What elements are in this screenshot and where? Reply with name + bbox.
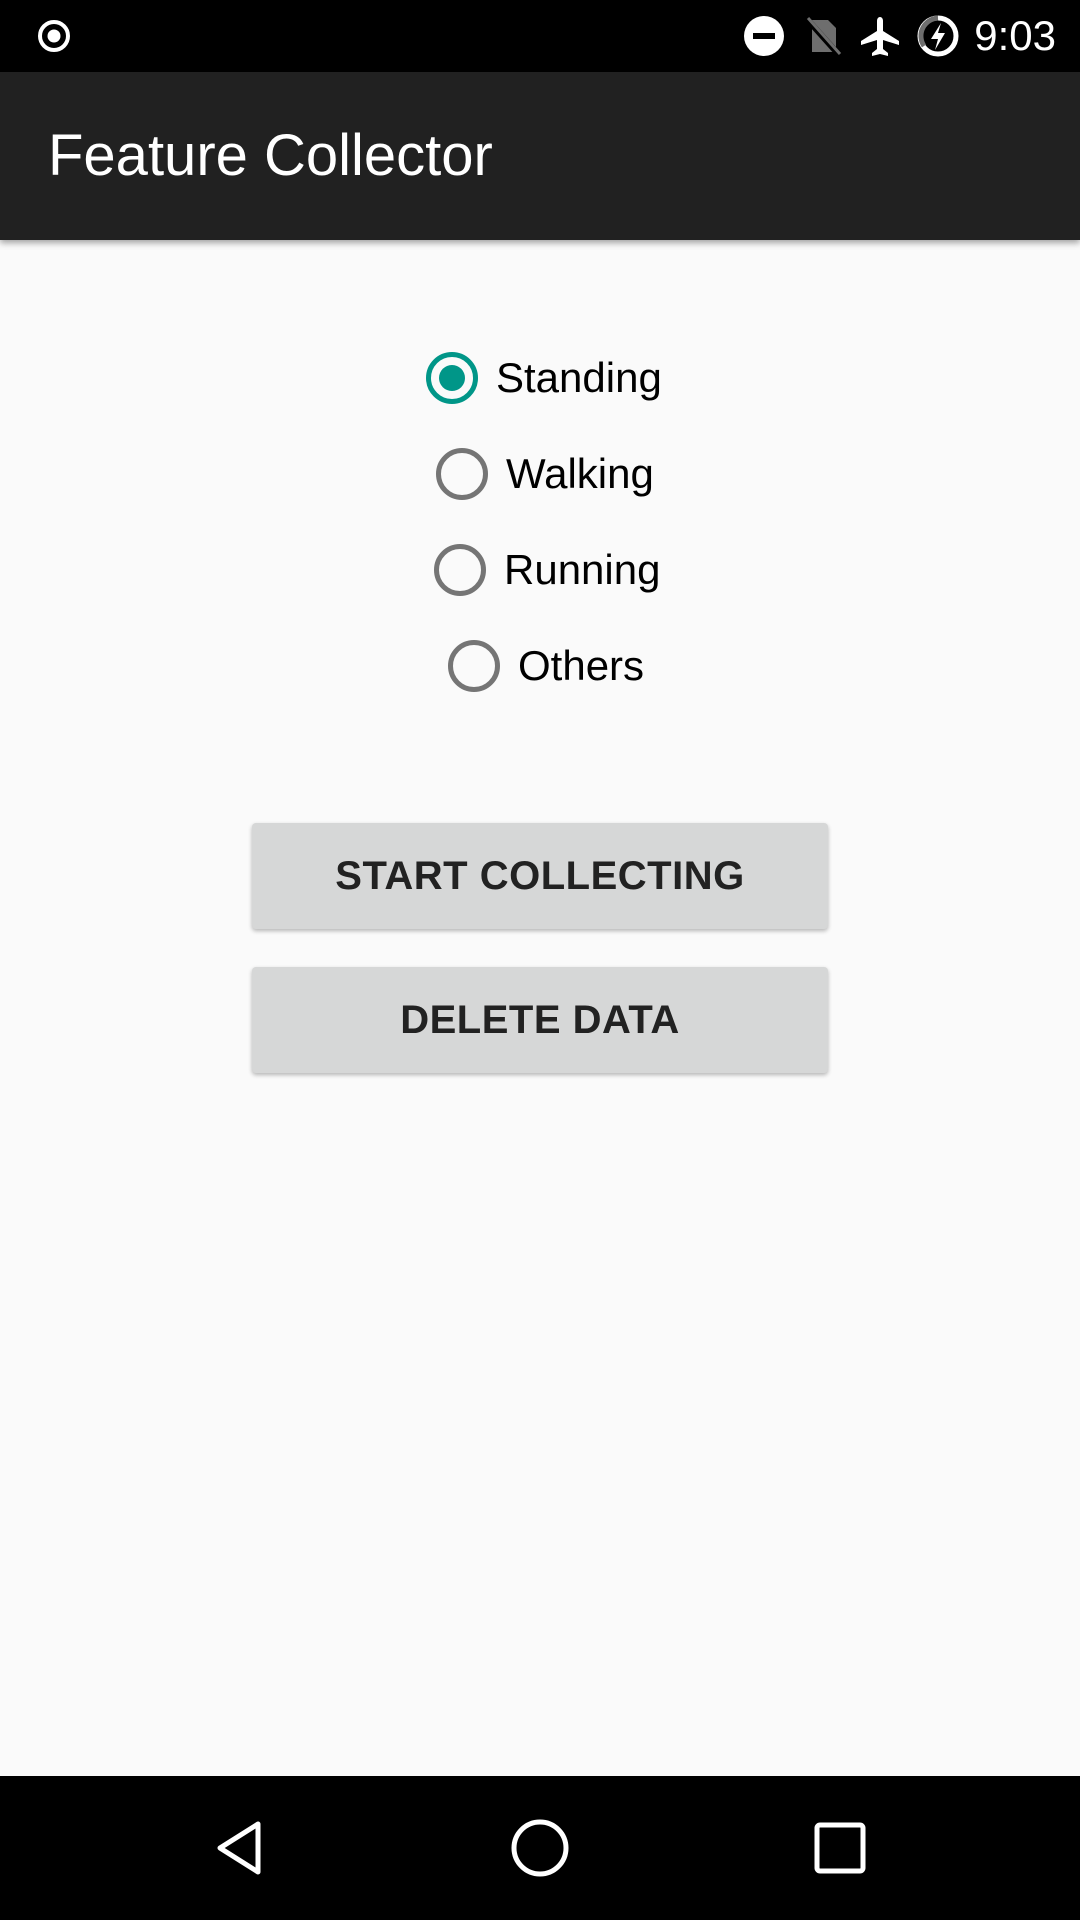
radio-option-others[interactable]: Others [448,630,644,702]
app-bar: Feature Collector [0,72,1080,240]
radio-checked-icon[interactable] [426,352,478,404]
radio-option-running[interactable]: Running [434,534,660,606]
radio-label: Others [518,642,645,689]
radio-label: Standing [496,354,662,401]
no-sim-icon [800,14,844,58]
radio-label: Walking [506,450,654,497]
status-time: 9:03 [974,12,1056,59]
battery-charging-icon [916,14,960,58]
navigation-bar [0,1776,1080,1920]
home-icon[interactable] [490,1798,590,1898]
airplane-mode-icon [858,14,902,58]
radio-label: Running [504,546,661,593]
app-title: Feature Collector [48,123,493,188]
start-collecting-button[interactable]: START COLLECTING [252,823,828,929]
do-not-disturb-icon [742,14,786,58]
record-icon [36,18,72,54]
radio-option-walking[interactable]: Walking [436,438,654,510]
radio-unchecked-icon[interactable] [436,448,488,500]
status-icons: 9:03 [728,0,1056,72]
delete-data-button[interactable]: DELETE DATA [252,967,828,1073]
back-icon[interactable] [190,1798,290,1898]
recents-icon[interactable] [790,1798,890,1898]
radio-option-standing[interactable]: Standing [426,342,662,414]
status-bar: 9:03 [0,0,1080,72]
radio-unchecked-icon[interactable] [434,544,486,596]
radio-unchecked-icon[interactable] [448,640,500,692]
